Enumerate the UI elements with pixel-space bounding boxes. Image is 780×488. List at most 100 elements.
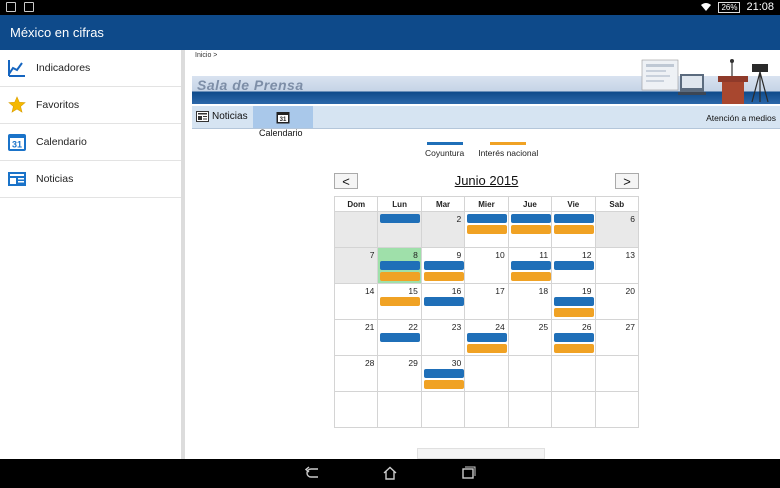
event-interes-nacional[interactable]: [423, 272, 464, 281]
calendar-day-cell[interactable]: [551, 211, 596, 248]
event-coyuntura[interactable]: [380, 261, 421, 270]
day-number: 27: [625, 322, 635, 332]
day-number: 30: [451, 358, 462, 368]
calendar-day-cell[interactable]: 29: [377, 355, 422, 392]
bottom-card[interactable]: [417, 448, 545, 459]
calendar-day-cell[interactable]: 17: [464, 283, 509, 320]
sidebar-item-label: Noticias: [36, 173, 74, 185]
home-icon[interactable]: [382, 466, 398, 480]
calendar-day-cell[interactable]: 27: [594, 319, 640, 356]
calendar-day-cell[interactable]: [464, 391, 509, 428]
calendar-day-cell[interactable]: [594, 355, 640, 392]
event-coyuntura[interactable]: [467, 333, 508, 342]
breadcrumb[interactable]: Inicio >: [195, 52, 217, 59]
status-notifications: [6, 2, 34, 12]
event-interes-nacional[interactable]: [554, 225, 595, 234]
calendar-day-cell[interactable]: [464, 355, 509, 392]
calendar-day-cell[interactable]: 6: [594, 211, 640, 248]
calendar-day-cell[interactable]: [464, 211, 509, 248]
calendar-week-row: [333, 391, 640, 428]
recent-apps-icon[interactable]: [460, 466, 476, 480]
event-interes-nacional[interactable]: [380, 297, 421, 306]
legend-coyuntura: Coyuntura: [425, 142, 464, 158]
sidebar-item-calendario[interactable]: 31 Calendario: [0, 124, 181, 161]
calendar-day-cell[interactable]: 30: [420, 355, 466, 392]
calendar-day-cell[interactable]: 21: [333, 319, 379, 356]
event-coyuntura[interactable]: [423, 261, 464, 270]
event-interes-nacional[interactable]: [380, 272, 421, 281]
calendar-day-cell[interactable]: 15: [377, 283, 422, 320]
back-icon[interactable]: [305, 466, 321, 480]
event-coyuntura[interactable]: [423, 369, 464, 378]
calendar-day-cell[interactable]: 22: [377, 319, 422, 356]
calendar-day-cell[interactable]: [377, 391, 422, 428]
day-number: 21: [364, 322, 375, 332]
event-coyuntura[interactable]: [380, 214, 421, 223]
calendar-day-cell[interactable]: 7: [333, 247, 379, 284]
sidebar: Indicadores Favoritos 31 Calendario Noti…: [0, 50, 185, 459]
calendar-day-cell[interactable]: 18: [507, 283, 553, 320]
day-number: 14: [364, 286, 375, 296]
calendar-day-cell[interactable]: [377, 211, 422, 248]
calendar-day-cell[interactable]: [333, 391, 379, 428]
calendar-day-cell[interactable]: 10: [464, 247, 509, 284]
calendar-body: 2 6 7 8 9 10 11 12 13 14 15 16 17 18 19 20 21 22 23 24 25 26 2…: [333, 211, 640, 428]
calendar-day-cell[interactable]: [507, 355, 553, 392]
calendar-day-cell[interactable]: 2: [420, 211, 466, 248]
day-number: 12: [582, 250, 592, 260]
calendar-day-cell[interactable]: 28: [333, 355, 379, 392]
day-number: 22: [408, 322, 418, 332]
next-month-button[interactable]: >: [615, 173, 639, 189]
sidebar-item-favoritos[interactable]: Favoritos: [0, 87, 181, 124]
event-coyuntura[interactable]: [510, 261, 551, 270]
tab-calendario-label[interactable]: Calendario: [259, 128, 303, 138]
calendar-day-cell[interactable]: 16: [420, 283, 466, 320]
sidebar-item-label: Favoritos: [36, 99, 80, 111]
event-coyuntura[interactable]: [554, 214, 595, 223]
calendar-day-cell[interactable]: [551, 355, 596, 392]
calendar-day-cell[interactable]: [333, 211, 379, 248]
calendar-day-cell[interactable]: 23: [420, 319, 466, 356]
calendar-day-cell[interactable]: [594, 391, 640, 428]
calendar-day-cell[interactable]: 14: [333, 283, 379, 320]
calendar-day-cell[interactable]: 12: [551, 247, 596, 284]
calendar-day-cell[interactable]: [551, 391, 596, 428]
calendar-day-cell[interactable]: 24: [464, 319, 509, 356]
event-interes-nacional[interactable]: [467, 344, 508, 353]
day-number: 7: [369, 250, 375, 260]
event-coyuntura[interactable]: [423, 297, 464, 306]
day-number: 25: [538, 322, 549, 332]
day-number: 8: [413, 250, 418, 260]
event-interes-nacional[interactable]: [510, 225, 551, 234]
event-coyuntura[interactable]: [467, 214, 508, 223]
event-coyuntura[interactable]: [380, 333, 421, 342]
event-interes-nacional[interactable]: [510, 272, 551, 281]
prev-month-button[interactable]: <: [334, 173, 358, 189]
calendar-day-cell[interactable]: [507, 391, 553, 428]
event-coyuntura[interactable]: [554, 297, 595, 306]
sidebar-item-noticias[interactable]: Noticias: [0, 161, 181, 198]
calendar-week-row: 28 29 30: [333, 355, 640, 392]
calendar-day-cell[interactable]: 19: [551, 283, 596, 320]
event-interes-nacional[interactable]: [554, 344, 595, 353]
tab-calendario[interactable]: 31: [253, 106, 313, 128]
sidebar-item-indicadores[interactable]: Indicadores: [0, 50, 181, 87]
day-number: 16: [451, 286, 462, 296]
tab-atencion-medios[interactable]: Atención a medios: [706, 113, 776, 123]
calendar-day-cell[interactable]: 13: [594, 247, 640, 284]
calendar-day-cell[interactable]: 20: [594, 283, 640, 320]
event-interes-nacional[interactable]: [423, 380, 464, 389]
tab-noticias[interactable]: Noticias: [196, 111, 248, 122]
calendar-day-cell[interactable]: 8: [377, 247, 422, 284]
event-coyuntura[interactable]: [510, 214, 551, 223]
calendar-day-cell[interactable]: 26: [551, 319, 596, 356]
calendar-day-cell[interactable]: 9: [420, 247, 466, 284]
calendar-day-cell[interactable]: [420, 391, 466, 428]
calendar-day-cell[interactable]: 25: [507, 319, 553, 356]
event-coyuntura[interactable]: [554, 333, 595, 342]
event-interes-nacional[interactable]: [467, 225, 508, 234]
event-coyuntura[interactable]: [554, 261, 595, 270]
calendar-day-cell[interactable]: 11: [507, 247, 553, 284]
event-interes-nacional[interactable]: [554, 308, 595, 317]
calendar-day-cell[interactable]: [507, 211, 553, 248]
